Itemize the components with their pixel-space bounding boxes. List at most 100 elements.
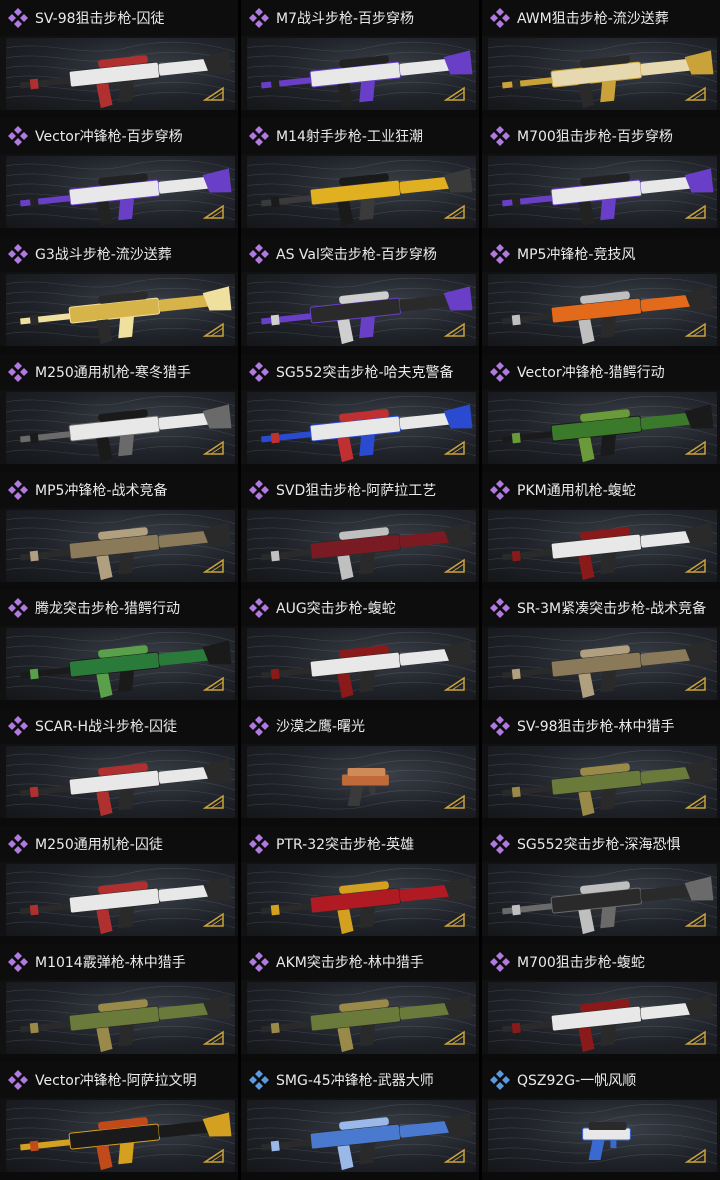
skin-name-label: 腾龙突击步枪-猎鳄行动 (35, 601, 181, 617)
card-divider (0, 346, 238, 354)
skin-card[interactable]: AKM突击步枪-林中猎手 (241, 944, 479, 1062)
skin-card[interactable]: MP5冲锋枪-竞技风 (482, 236, 720, 354)
card-divider (482, 110, 720, 118)
weapon-preview (6, 1100, 235, 1172)
card-divider (0, 936, 238, 944)
skin-name-label: SG552突击步枪-哈夫克警备 (276, 365, 454, 381)
purple-rarity-diamond-icon (490, 716, 510, 736)
purple-rarity-diamond-icon (8, 8, 28, 28)
skin-name-label: QSZ92G-一帆风顺 (517, 1073, 637, 1089)
card-divider (0, 818, 238, 826)
weapon-preview (247, 510, 476, 582)
skin-card[interactable]: SG552突击步枪-哈夫克警备 (241, 354, 479, 472)
skin-card[interactable]: M7战斗步枪-百步穿杨 (241, 0, 479, 118)
skin-card[interactable]: 沙漠之鹰-曙光 (241, 708, 479, 826)
weapon-preview (6, 864, 235, 936)
skin-name-label: SR-3M紧凑突击步枪-战术竞备 (517, 601, 707, 617)
skin-name-label: SV-98狙击步枪-囚徒 (35, 11, 165, 27)
skin-card[interactable]: Vector冲锋枪-猎鳄行动 (482, 354, 720, 472)
skin-card[interactable]: PTR-32突击步枪-英雄 (241, 826, 479, 944)
purple-rarity-diamond-icon (490, 244, 510, 264)
skin-card-header: SG552突击步枪-深海恐惧 (482, 826, 720, 862)
skin-name-label: AWM狙击步枪-流沙送葬 (517, 11, 669, 27)
skin-card[interactable]: SV-98狙击步枪-林中猎手 (482, 708, 720, 826)
skin-name-label: MP5冲锋枪-战术竞备 (35, 483, 168, 499)
card-divider (482, 464, 720, 472)
card-divider (0, 110, 238, 118)
skin-card-header: M14射手步枪-工业狂潮 (241, 118, 479, 154)
weapon-preview (6, 982, 235, 1054)
purple-rarity-diamond-icon (490, 8, 510, 28)
skin-card[interactable]: MP5冲锋枪-战术竞备 (0, 472, 238, 590)
purple-rarity-diamond-icon (490, 480, 510, 500)
skin-card[interactable]: M700狙击步枪-百步穿杨 (482, 118, 720, 236)
skin-card[interactable]: SV-98狙击步枪-囚徒 (0, 0, 238, 118)
skin-card[interactable]: Vector冲锋枪-阿萨拉文明 (0, 1062, 238, 1180)
purple-rarity-diamond-icon (249, 244, 269, 264)
weapon-preview (6, 746, 235, 818)
skin-name-label: M7战斗步枪-百步穿杨 (276, 11, 415, 27)
skin-card[interactable]: AUG突击步枪-蝮蛇 (241, 590, 479, 708)
blue-rarity-diamond-icon (249, 1070, 269, 1090)
skin-name-label: AS Val突击步枪-百步穿杨 (276, 247, 437, 263)
skin-card[interactable]: Vector冲锋枪-百步穿杨 (0, 118, 238, 236)
skin-name-label: PKM通用机枪-蝮蛇 (517, 483, 636, 499)
skin-name-label: MP5冲锋枪-竞技风 (517, 247, 636, 263)
purple-rarity-diamond-icon (8, 716, 28, 736)
skin-card[interactable]: AS Val突击步枪-百步穿杨 (241, 236, 479, 354)
skin-card[interactable]: SMG-45冲锋枪-武器大师 (241, 1062, 479, 1180)
card-divider (482, 228, 720, 236)
purple-rarity-diamond-icon (490, 598, 510, 618)
skin-card[interactable]: M250通用机枪-囚徒 (0, 826, 238, 944)
purple-rarity-diamond-icon (8, 126, 28, 146)
weapon-preview (6, 510, 235, 582)
skin-card-header: G3战斗步枪-流沙送葬 (0, 236, 238, 272)
skin-name-label: AUG突击步枪-蝮蛇 (276, 601, 396, 617)
skin-card-header: 沙漠之鹰-曙光 (241, 708, 479, 744)
card-divider (241, 1054, 479, 1062)
skin-card[interactable]: SR-3M紧凑突击步枪-战术竞备 (482, 590, 720, 708)
purple-rarity-diamond-icon (249, 362, 269, 382)
weapon-preview (488, 392, 717, 464)
skin-card-header: M7战斗步枪-百步穿杨 (241, 0, 479, 36)
card-divider (241, 936, 479, 944)
purple-rarity-diamond-icon (8, 598, 28, 618)
weapon-preview (488, 274, 717, 346)
weapon-preview (6, 274, 235, 346)
skin-name-label: SCAR-H战斗步枪-囚徒 (35, 719, 178, 735)
skin-card-header: M250通用机枪-囚徒 (0, 826, 238, 862)
skin-name-label: AKM突击步枪-林中猎手 (276, 955, 424, 971)
weapon-preview (488, 746, 717, 818)
purple-rarity-diamond-icon (8, 244, 28, 264)
purple-rarity-diamond-icon (490, 126, 510, 146)
skin-card[interactable]: 腾龙突击步枪-猎鳄行动 (0, 590, 238, 708)
skin-card-header: M1014霰弹枪-林中猎手 (0, 944, 238, 980)
skin-card[interactable]: M700狙击步枪-蝮蛇 (482, 944, 720, 1062)
skin-name-label: Vector冲锋枪-百步穿杨 (35, 129, 183, 145)
skin-card[interactable]: SCAR-H战斗步枪-囚徒 (0, 708, 238, 826)
skin-card[interactable]: M250通用机枪-寒冬猎手 (0, 354, 238, 472)
skin-card[interactable]: SG552突击步枪-深海恐惧 (482, 826, 720, 944)
skin-name-label: Vector冲锋枪-阿萨拉文明 (35, 1073, 197, 1089)
skin-card[interactable]: G3战斗步枪-流沙送葬 (0, 236, 238, 354)
purple-rarity-diamond-icon (8, 362, 28, 382)
skin-card[interactable]: M14射手步枪-工业狂潮 (241, 118, 479, 236)
skin-card[interactable]: SVD狙击步枪-阿萨拉工艺 (241, 472, 479, 590)
weapon-preview (247, 274, 476, 346)
skin-name-label: SG552突击步枪-深海恐惧 (517, 837, 681, 853)
skin-card[interactable]: PKM通用机枪-蝮蛇 (482, 472, 720, 590)
skin-name-label: M1014霰弹枪-林中猎手 (35, 955, 186, 971)
skin-card-header: PKM通用机枪-蝮蛇 (482, 472, 720, 508)
blue-rarity-diamond-icon (490, 1070, 510, 1090)
skin-card-header: Vector冲锋枪-猎鳄行动 (482, 354, 720, 390)
skin-card[interactable]: QSZ92G-一帆风顺 (482, 1062, 720, 1180)
skin-card-header: MP5冲锋枪-竞技风 (482, 236, 720, 272)
card-divider (241, 1172, 479, 1180)
weapon-preview (247, 156, 476, 228)
skin-card[interactable]: M1014霰弹枪-林中猎手 (0, 944, 238, 1062)
purple-rarity-diamond-icon (490, 952, 510, 972)
weapon-preview (247, 628, 476, 700)
skin-card[interactable]: AWM狙击步枪-流沙送葬 (482, 0, 720, 118)
weapon-preview (247, 864, 476, 936)
purple-rarity-diamond-icon (249, 598, 269, 618)
